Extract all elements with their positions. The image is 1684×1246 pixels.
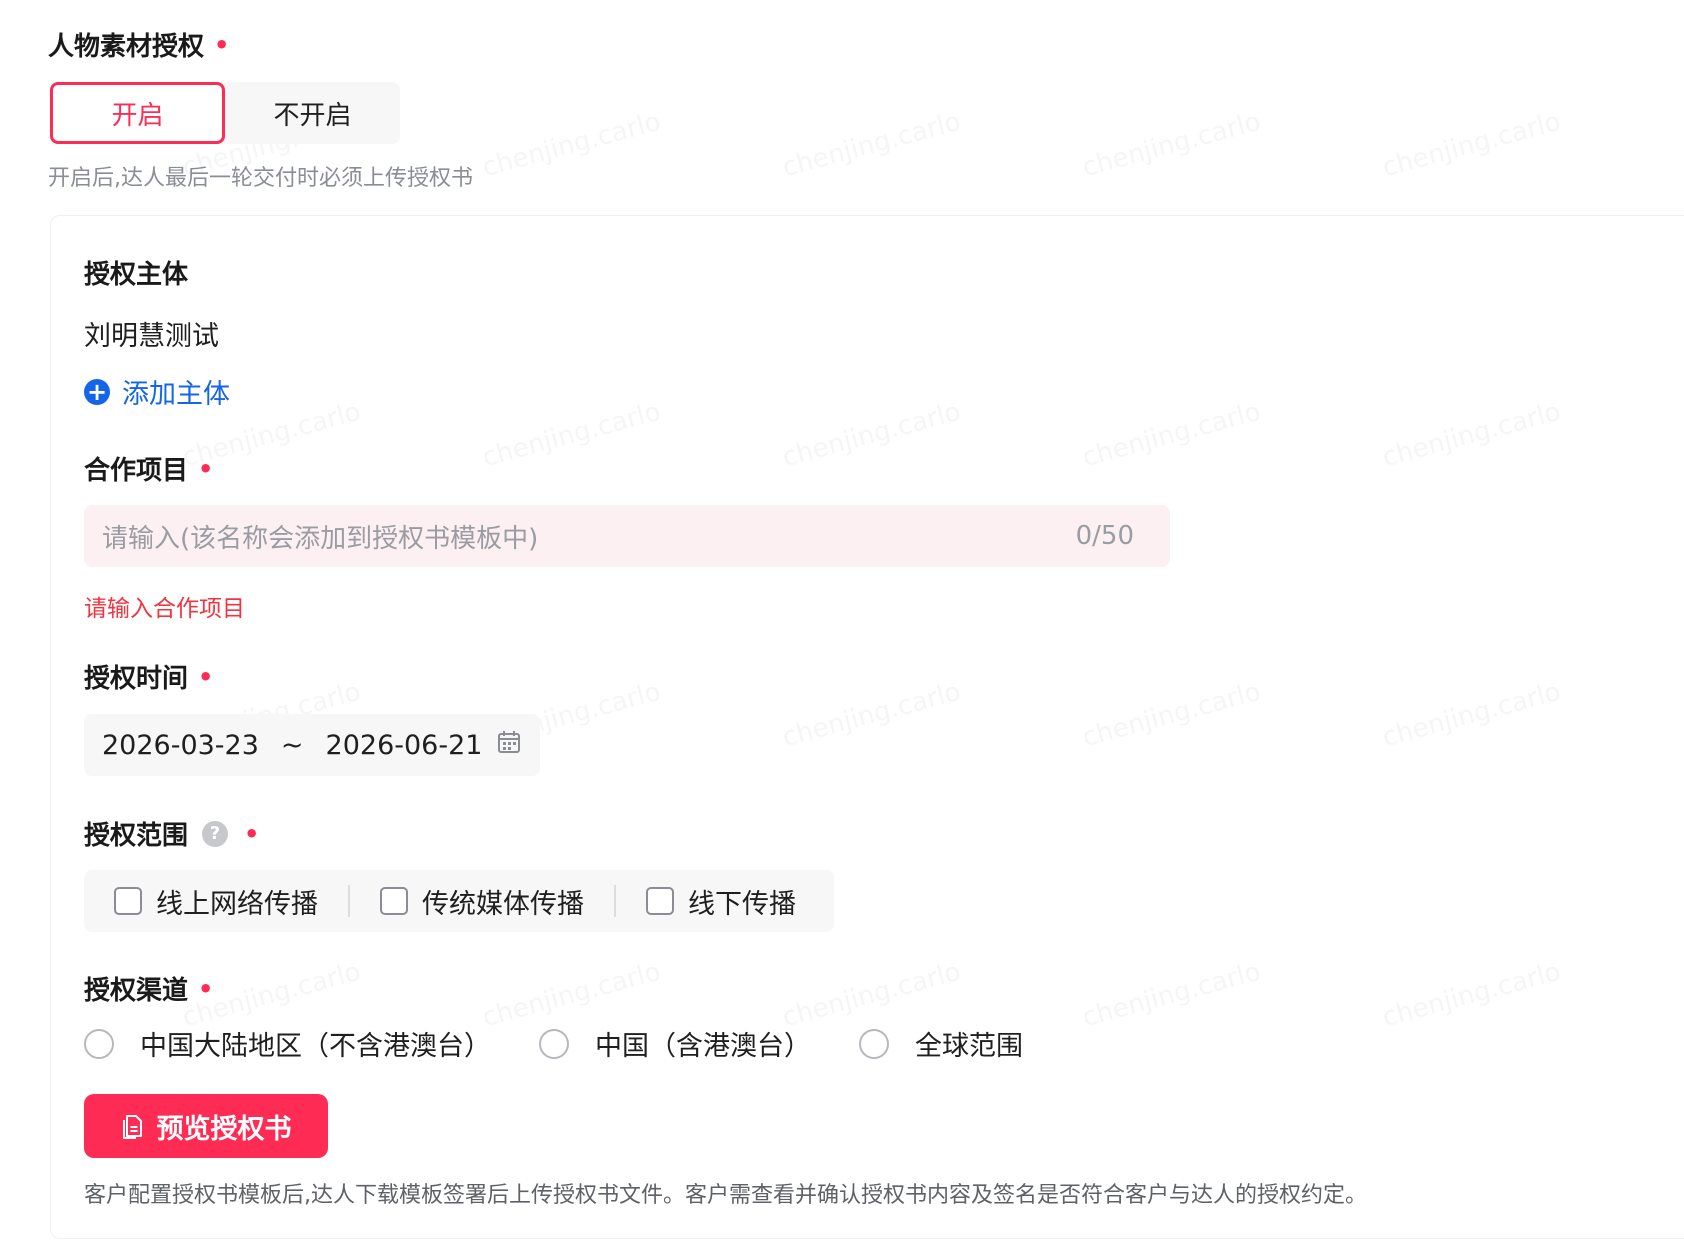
radio[interactable] (539, 1028, 569, 1059)
start-date[interactable]: 2026-03-23 (102, 730, 259, 761)
end-date[interactable]: 2026-06-21 (326, 730, 483, 761)
checkbox[interactable] (646, 887, 674, 915)
checkbox[interactable] (380, 887, 408, 915)
scope-option-offline[interactable]: 线下传播 (646, 882, 796, 921)
time-title: 授权时间 (84, 664, 189, 694)
date-range-picker[interactable]: 2026-03-23 ~ 2026-06-21 (84, 714, 540, 776)
scope-option-label: 线上网络传播 (156, 888, 318, 920)
channel-option-label: 全球范围 (915, 1031, 1023, 1062)
add-subject-link[interactable]: + 添加主体 (84, 372, 230, 411)
auth-toggle: 开启 不开启 (50, 82, 400, 144)
toggle-off-button[interactable]: 不开启 (225, 82, 400, 144)
watermark-text: chenjing.carlo (779, 107, 964, 183)
portrait-auth-header: 人物素材授权 • (48, 26, 229, 63)
channel-header: 授权渠道 • (84, 970, 213, 1007)
portrait-auth-title: 人物素材授权 (48, 32, 205, 62)
subject-value: 刘明慧测试 (84, 321, 219, 352)
subject-title: 授权主体 (84, 260, 189, 290)
required-mark: • (198, 454, 214, 483)
scope-option-online[interactable]: 线上网络传播 (114, 882, 318, 921)
date-separator: ~ (280, 729, 304, 761)
scope-checkbox-group: 线上网络传播 传统媒体传播 线下传播 (84, 870, 834, 932)
watermark-text: chenjing.carlo (1379, 107, 1564, 183)
channel-radio-group: 中国大陆地区（不含港澳台） 中国（含港澳台） 全球范围 (84, 1024, 1071, 1063)
auth-note: 客户配置授权书模板后,达人下载模板签署后上传授权书文件。客户需查看并确认授权书内… (84, 1183, 1367, 1208)
preview-button-label: 预览授权书 (156, 1113, 292, 1145)
plus-circle-icon: + (84, 378, 110, 405)
radio[interactable] (859, 1028, 889, 1059)
channel-option-mainland[interactable]: 中国大陆地区（不含港澳台） (84, 1024, 491, 1063)
add-subject-label: 添加主体 (122, 379, 230, 410)
project-header: 合作项目 • (84, 450, 213, 487)
required-mark: • (198, 662, 214, 691)
divider (614, 885, 616, 917)
watermark-text: chenjing.carlo (1079, 107, 1264, 183)
calendar-icon[interactable] (496, 729, 522, 762)
time-header: 授权时间 • (84, 658, 213, 695)
channel-option-china-incl-hkmotw[interactable]: 中国（含港澳台） (539, 1024, 811, 1063)
project-error: 请输入合作项目 (84, 596, 245, 622)
checkbox[interactable] (114, 887, 142, 915)
preview-auth-button[interactable]: 预览授权书 (84, 1094, 328, 1158)
document-icon (122, 1115, 142, 1139)
scope-option-label: 传统媒体传播 (422, 888, 584, 920)
project-input[interactable]: 请输入(该名称会添加到授权书模板中) 0/50 (84, 505, 1170, 567)
required-mark: • (214, 30, 230, 59)
scope-title: 授权范围 (84, 821, 189, 851)
auth-hint: 开启后,达人最后一轮交付时必须上传授权书 (48, 166, 473, 191)
required-mark: • (198, 974, 214, 1003)
radio[interactable] (84, 1028, 114, 1059)
channel-option-label: 中国大陆地区（不含港澳台） (140, 1031, 491, 1062)
scope-option-traditional-media[interactable]: 传统媒体传播 (380, 882, 584, 921)
scope-option-label: 线下传播 (688, 888, 796, 920)
divider (348, 885, 350, 917)
watermark-text: chenjing.carlo (479, 107, 664, 183)
channel-title: 授权渠道 (84, 976, 189, 1006)
question-circle-icon[interactable]: ? (202, 820, 229, 847)
channel-option-label: 中国（含港澳台） (595, 1031, 811, 1062)
project-input-placeholder: 请输入(该名称会添加到授权书模板中) (102, 523, 539, 554)
scope-header: 授权范围 ? • (84, 815, 259, 852)
project-title: 合作项目 (84, 456, 189, 486)
char-counter: 0/50 (1075, 521, 1134, 551)
channel-option-global[interactable]: 全球范围 (859, 1024, 1023, 1063)
required-mark: • (244, 819, 260, 848)
toggle-on-button[interactable]: 开启 (50, 82, 225, 144)
